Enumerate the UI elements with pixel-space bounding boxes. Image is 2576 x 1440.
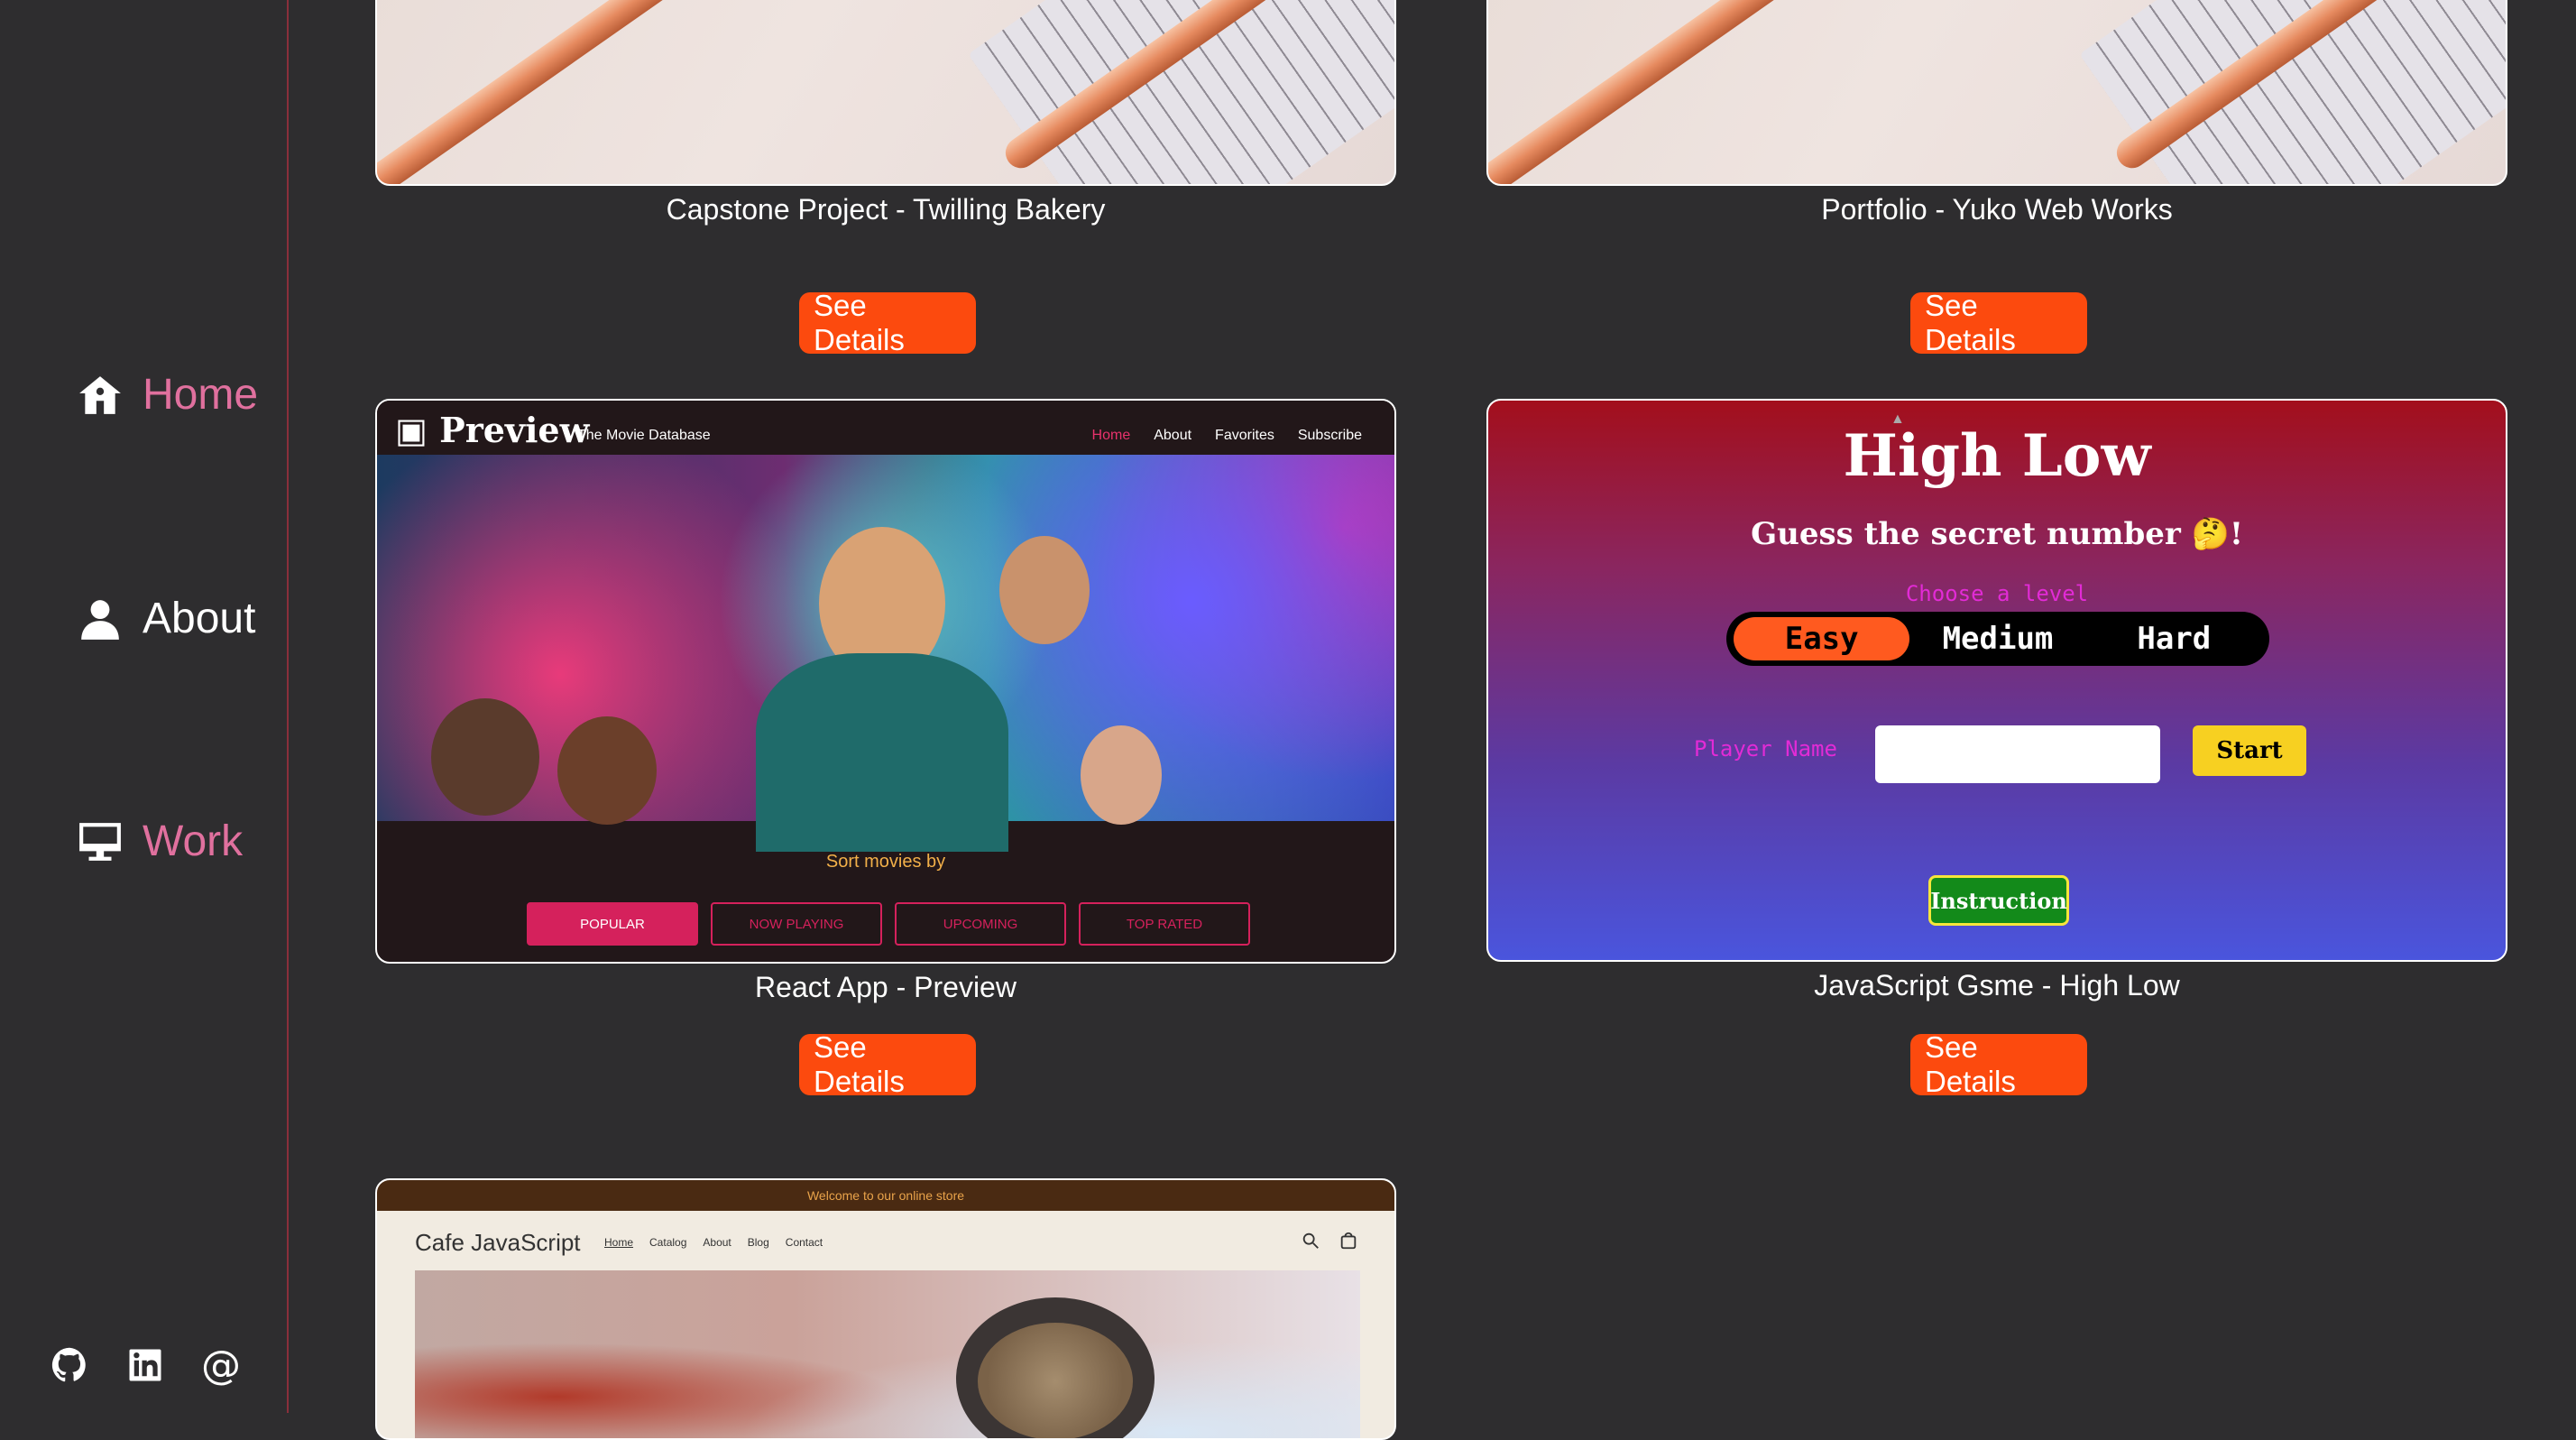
preview-tab: UPCOMING [895, 902, 1066, 946]
monitor-icon [79, 822, 121, 861]
project-title: JavaScript Gsme - High Low [1814, 969, 2180, 1002]
actor-face [999, 536, 1090, 644]
pen-image [1488, 0, 1845, 184]
see-details-button[interactable]: See Details [1910, 289, 2087, 356]
cafe-hero-image [415, 1270, 1360, 1438]
project-title: Capstone Project - Twilling Bakery [666, 193, 1106, 226]
search-icon [1302, 1232, 1319, 1249]
project-title: Portfolio - Yuko Web Works [1821, 193, 2173, 226]
preview-logo-text: Preview [439, 410, 590, 450]
preview-tab: POPULAR [527, 902, 698, 946]
preview-nav-item: Subscribe [1297, 428, 1362, 443]
cafe-header-icons [1301, 1231, 1358, 1251]
highlow-level-selector: Easy Medium Hard [1726, 612, 2269, 666]
preview-hero-image [377, 455, 1394, 852]
preview-logo: ▣ Preview [395, 410, 590, 450]
preview-tabs: POPULAR NOW PLAYING UPCOMING TOP RATED [527, 902, 1250, 946]
preview-nav-item: Home [1091, 428, 1131, 443]
cafe-nav-item: Home [604, 1236, 634, 1249]
cafe-nav: Home Catalog About Blog Contact [604, 1236, 823, 1249]
preview-tab: TOP RATED [1079, 902, 1250, 946]
project-card-portfolio[interactable] [1486, 0, 2507, 186]
actor-face [557, 716, 657, 825]
house-icon [79, 375, 121, 414]
preview-subtitle: The Movie Database [577, 428, 711, 443]
see-details-button[interactable]: See Details [1910, 1030, 2087, 1098]
cafe-banner: Welcome to our online store [377, 1180, 1394, 1211]
nav-about[interactable]: About [78, 594, 255, 643]
cafe-nav-item: Contact [785, 1236, 823, 1249]
nav-work[interactable]: Work [78, 817, 243, 866]
user-icon [81, 599, 119, 640]
actor-face [431, 698, 539, 816]
see-details-button[interactable]: See Details [799, 289, 976, 356]
actor-face [1081, 725, 1162, 825]
linkedin-icon[interactable] [126, 1346, 164, 1384]
see-details-button[interactable]: See Details [799, 1030, 976, 1098]
preview-sort-label: Sort movies by [825, 852, 946, 872]
at-icon[interactable]: @ [201, 1343, 241, 1389]
level-medium: Medium [1942, 621, 2054, 657]
project-card-preview[interactable]: ▣ Preview The Movie Database Home About … [375, 399, 1396, 964]
nav-home-label: Home [143, 371, 259, 419]
cafe-title: Cafe JavaScript [415, 1229, 581, 1256]
cart-icon [1340, 1232, 1357, 1250]
social-links: @ [51, 1343, 241, 1389]
player-name-label: Player Name [1694, 736, 1837, 762]
highlow-title: High Low [1843, 422, 2151, 490]
nav-work-label: Work [143, 817, 244, 865]
level-hard: Hard [2137, 621, 2212, 657]
preview-header: ▣ Preview The Movie Database Home About … [377, 401, 1394, 455]
project-card-cafe[interactable]: Welcome to our online store Cafe JavaScr… [375, 1178, 1396, 1440]
nav-about-label: About [143, 595, 256, 642]
cafe-nav-item: Blog [747, 1236, 769, 1249]
project-card-highlow[interactable]: High Low Guess the secret number 🤔! Choo… [1486, 399, 2507, 962]
actor-body [756, 653, 1008, 852]
pen-image [377, 0, 734, 184]
preview-tab: NOW PLAYING [711, 902, 882, 946]
sidebar: Home About Work @ [0, 0, 289, 1413]
github-icon[interactable] [51, 1346, 88, 1384]
project-card-bakery[interactable] [375, 0, 1396, 186]
preview-nav-item: Favorites [1215, 428, 1274, 443]
cafe-nav-item: About [703, 1236, 731, 1249]
highlow-choose-label: Choose a level [1905, 581, 2089, 606]
highlow-subtitle: Guess the secret number 🤔! [1751, 516, 2243, 552]
coffee-foam [978, 1323, 1133, 1438]
cafe-nav-item: Catalog [649, 1236, 687, 1249]
preview-nav-item: About [1154, 428, 1192, 443]
level-easy: Easy [1734, 617, 1910, 660]
preview-nav: Home About Favorites Subscribe [1092, 428, 1362, 444]
start-button: Start [2193, 725, 2306, 776]
player-name-field [1875, 725, 2160, 783]
mouse-cursor: ▲ [1891, 411, 1905, 427]
nav-home[interactable]: Home [78, 370, 258, 420]
project-title: React App - Preview [755, 971, 1017, 1003]
instruction-button: Instruction [1928, 875, 2069, 926]
